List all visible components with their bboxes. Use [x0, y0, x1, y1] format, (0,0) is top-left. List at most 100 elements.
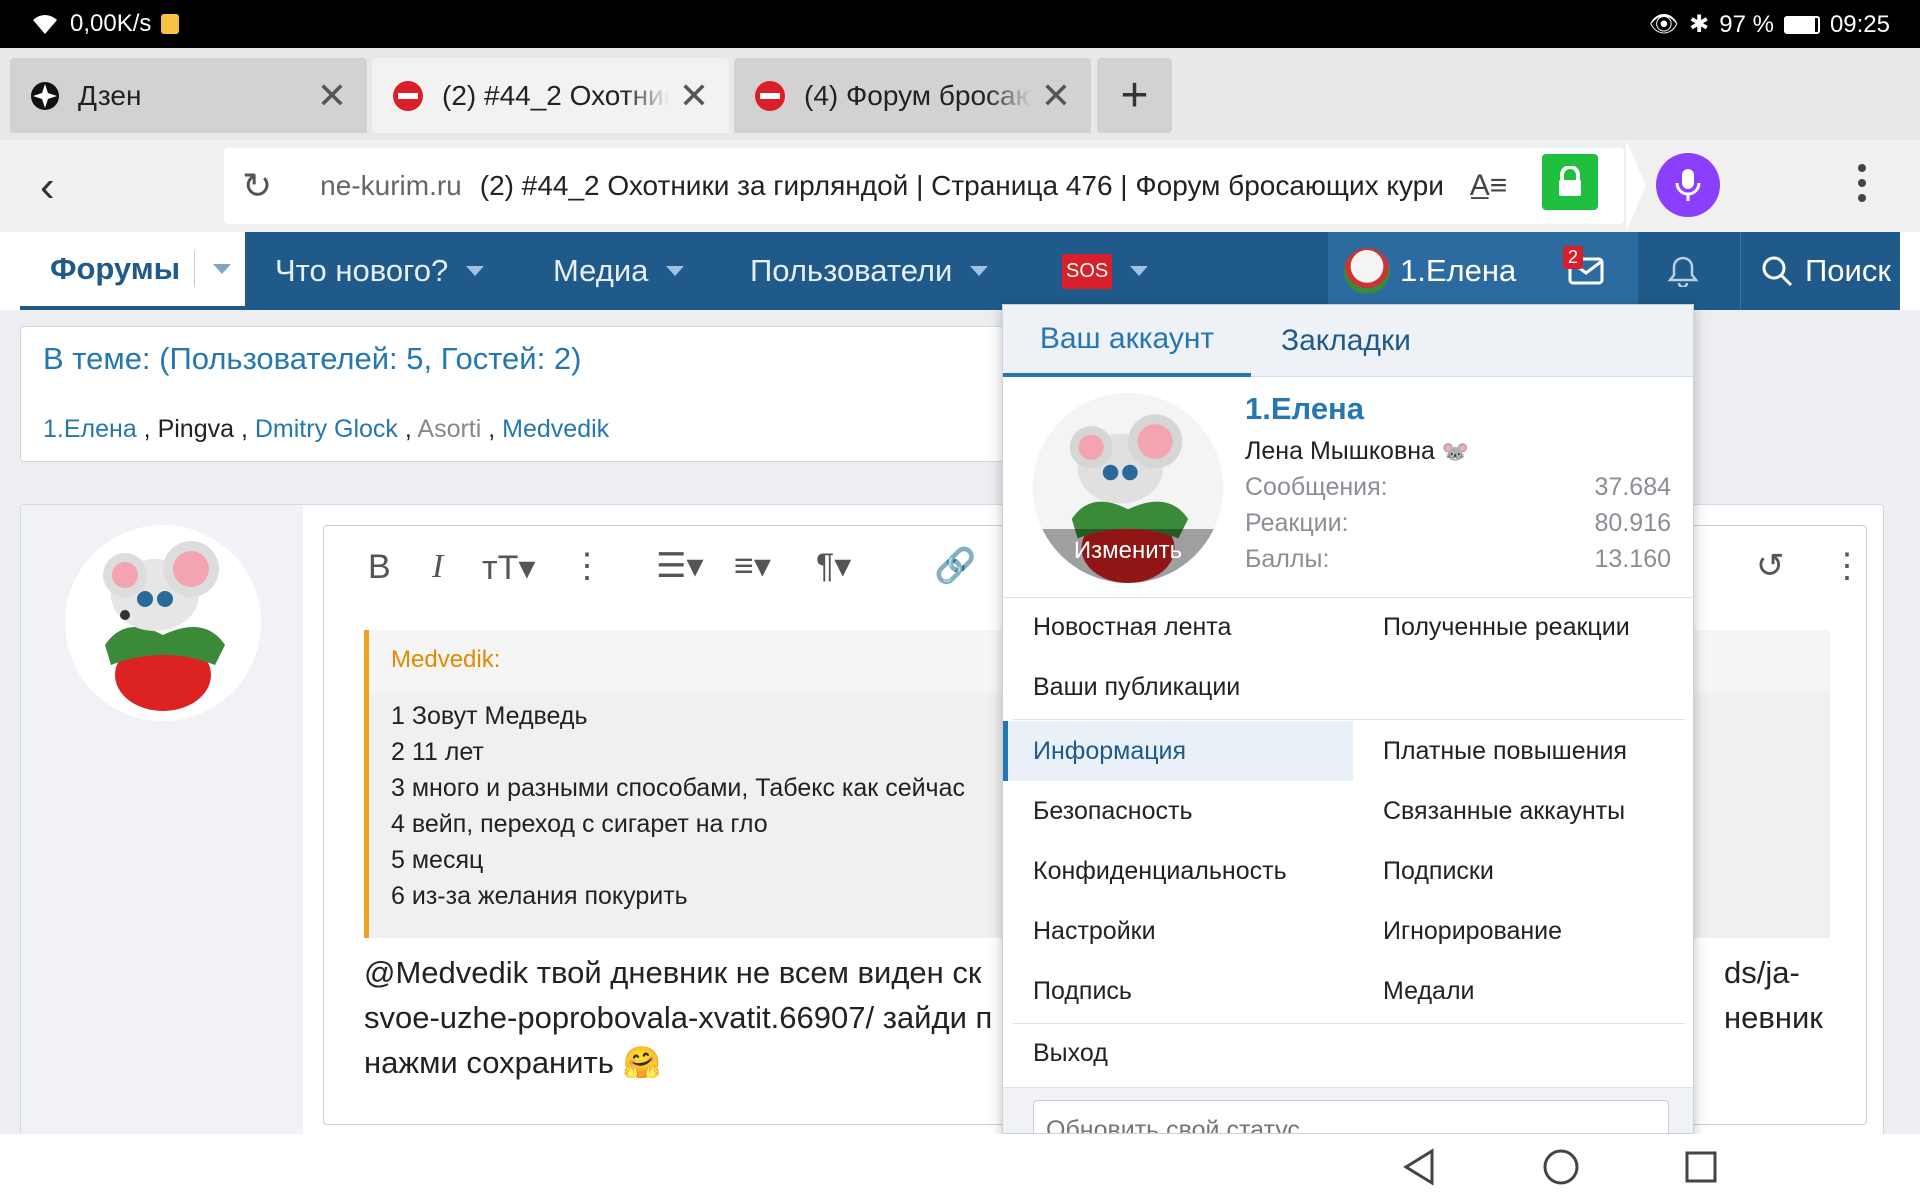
nav-forums-label: Форумы: [50, 251, 181, 286]
avatar-edit-label[interactable]: Изменить: [1033, 537, 1223, 565]
url-domain: ne-kurim.ru: [320, 170, 462, 201]
browser-tab-active[interactable]: (2) #44_2 Охотники за гирляндой ✕: [372, 58, 729, 133]
more-vertical-icon[interactable]: ⋮: [1830, 546, 1864, 586]
editor-text-line: @Medvedik твой дневник не всем виден ск: [364, 955, 982, 990]
account-stat-value: 37.684: [1594, 473, 1671, 501]
reader-mode-icon[interactable]: A̲≡: [1470, 169, 1508, 203]
account-user-title-text: Лена Мышковна: [1245, 437, 1435, 465]
user-link[interactable]: Asorti: [417, 415, 481, 443]
secure-lock-icon[interactable]: [1542, 154, 1598, 210]
menu-linked-accounts[interactable]: Связанные аккаунты: [1383, 797, 1625, 826]
more-vertical-icon[interactable]: ⋮: [570, 546, 604, 586]
user-avatar-small: [1344, 248, 1390, 294]
paragraph-icon[interactable]: ¶▾: [816, 546, 851, 586]
quote-line: 1 Зовут Медведь: [391, 702, 588, 730]
user-link[interactable]: 1.Елена: [43, 415, 137, 443]
editor-text-line: svoe-uzhe-poprobovala-xvatit.66907/ зайд…: [364, 1000, 993, 1035]
voice-search-mic-icon[interactable]: [1656, 153, 1720, 217]
new-tab-button[interactable]: +: [1097, 58, 1172, 133]
tab-your-account[interactable]: Ваш аккаунт: [1003, 305, 1251, 377]
undo-icon[interactable]: ↺: [1756, 546, 1785, 586]
menu-medals[interactable]: Медали: [1383, 977, 1475, 1006]
menu-your-posts[interactable]: Ваши публикации: [1033, 673, 1240, 702]
close-tab-icon[interactable]: ✕: [317, 75, 347, 117]
status-update-area: [1003, 1087, 1693, 1133]
url-field[interactable]: ↻ ne-kurim.ru (2) #44_2 Охотники за гирл…: [224, 148, 1624, 224]
tab-title: (2) #44_2 Охотники за гирляндой: [442, 79, 669, 111]
menu-news-feed[interactable]: Новостная лента: [1033, 613, 1231, 642]
nav-alerts[interactable]: [1638, 232, 1728, 310]
in-topic-panel: В теме: (Пользователей: 5, Гостей: 2) 1.…: [20, 326, 1060, 462]
back-triangle-icon[interactable]: [1402, 1148, 1436, 1186]
chevron-down-icon[interactable]: [466, 266, 485, 276]
reload-icon[interactable]: ↻: [242, 165, 272, 207]
account-user-title: Лена Мышковна 🐭: [1245, 437, 1469, 466]
nav-sos[interactable]: SOS: [1062, 232, 1149, 310]
nav-media[interactable]: Медиа: [553, 232, 685, 310]
nav-account[interactable]: 1.Елена: [1328, 232, 1533, 310]
account-stat-label: Сообщения:: [1245, 473, 1388, 501]
eye-icon: 👁: [1648, 11, 1680, 38]
browser-tab[interactable]: (4) Форум бросающих курить ✕: [734, 58, 1091, 133]
align-icon[interactable]: ≡▾: [734, 546, 771, 586]
battery-level: 97 %: [1719, 10, 1774, 38]
menu-privacy[interactable]: Конфиденциальность: [1033, 857, 1287, 886]
chevron-down-icon[interactable]: [1130, 266, 1149, 276]
user-link[interactable]: Pingva: [158, 415, 234, 443]
quote-author[interactable]: Medvedik:: [391, 646, 500, 674]
menu-ignore[interactable]: Игнорирование: [1383, 917, 1562, 946]
account-stat-value: 80.916: [1594, 509, 1671, 537]
italic-icon[interactable]: I: [432, 548, 443, 586]
wifi-icon: [33, 15, 57, 34]
nav-forums[interactable]: Форумы: [20, 232, 245, 310]
menu-information[interactable]: Информация: [1033, 737, 1186, 766]
chevron-down-icon[interactable]: [970, 266, 989, 276]
zen-icon: [31, 81, 59, 110]
user-link[interactable]: Medvedik: [502, 415, 609, 443]
account-stat-label: Баллы:: [1245, 545, 1330, 573]
browser-tab[interactable]: Дзен ✕: [10, 58, 367, 133]
nav-search[interactable]: Поиск: [1740, 232, 1891, 310]
editor-text-line: невник: [1724, 1000, 1823, 1035]
text-size-icon[interactable]: ᴛT▾: [482, 548, 535, 588]
menu-logout[interactable]: Выход: [1033, 1039, 1108, 1068]
bluetooth-icon: ✱: [1689, 11, 1710, 38]
nav-whats-new[interactable]: Что нового?: [275, 232, 485, 310]
nav-search-label: Поиск: [1805, 253, 1891, 288]
address-bar-area: ‹ ↻ ne-kurim.ru (2) #44_2 Охотники за ги…: [0, 140, 1920, 232]
account-avatar[interactable]: Изменить: [1033, 393, 1223, 583]
menu-subscriptions[interactable]: Подписки: [1383, 857, 1494, 886]
bell-icon: [1668, 256, 1698, 287]
menu-settings[interactable]: Настройки: [1033, 917, 1156, 946]
tab-bookmarks[interactable]: Закладки: [1281, 305, 1411, 377]
url-field-end: [1626, 140, 1646, 232]
menu-paid-upgrades[interactable]: Платные повышения: [1383, 737, 1627, 766]
home-circle-icon[interactable]: [1542, 1148, 1580, 1186]
quote-line: 2 11 лет: [391, 738, 484, 766]
account-stat-value: 13.160: [1594, 545, 1671, 573]
menu-reactions-received[interactable]: Полученные реакции: [1383, 613, 1630, 642]
close-tab-icon[interactable]: ✕: [679, 75, 709, 117]
nav-users[interactable]: Пользователи: [750, 232, 989, 310]
menu-signature[interactable]: Подпись: [1033, 977, 1132, 1006]
forum-navbar: Форумы Что нового? Медиа Пользователи SO…: [20, 232, 1900, 310]
menu-security[interactable]: Безопасность: [1033, 797, 1192, 826]
account-username[interactable]: 1.Елена: [1245, 391, 1364, 427]
nav-inbox[interactable]: 2: [1533, 232, 1638, 310]
list-icon[interactable]: ☰▾: [656, 546, 704, 586]
status-update-input[interactable]: [1033, 1100, 1669, 1133]
user-link[interactable]: Dmitry Glock: [255, 415, 398, 443]
divider: [1013, 1023, 1685, 1024]
chevron-down-icon[interactable]: [666, 266, 685, 276]
link-icon[interactable]: 🔗: [934, 546, 976, 586]
inbox-count-badge: 2: [1563, 246, 1584, 269]
sos-icon: SOS: [1062, 253, 1113, 289]
chevron-down-icon[interactable]: [213, 264, 232, 274]
in-topic-heading: В теме: (Пользователей: 5, Гостей: 2): [43, 341, 582, 376]
browser-menu-icon[interactable]: [1858, 164, 1868, 202]
back-arrow-icon[interactable]: ‹: [40, 162, 55, 212]
browser-tab-strip: Дзен ✕ (2) #44_2 Охотники за гирляндой ✕…: [0, 48, 1920, 140]
bold-icon[interactable]: B: [368, 548, 391, 587]
close-tab-icon[interactable]: ✕: [1041, 75, 1071, 117]
recents-square-icon[interactable]: [1684, 1150, 1718, 1184]
